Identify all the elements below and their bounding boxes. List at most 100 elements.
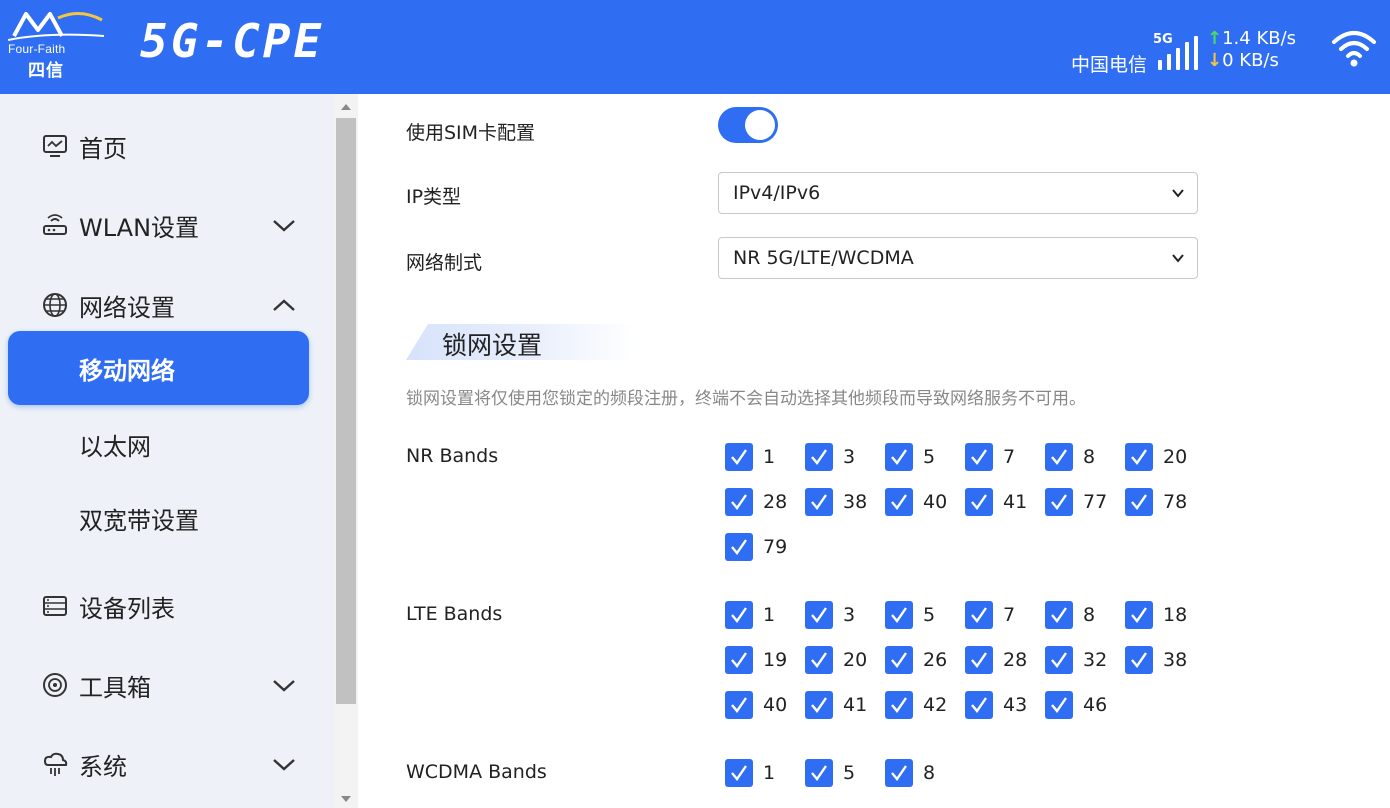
lte-band-41[interactable]: 41	[805, 689, 885, 721]
net-mode-select[interactable]: NR 5G/LTE/WCDMA	[718, 237, 1198, 279]
lte-band-19[interactable]: 19	[725, 644, 805, 676]
lte-band-3[interactable]: 3	[805, 599, 885, 631]
checkbox-checked-icon[interactable]	[1045, 443, 1073, 471]
sidebar-scrollbar[interactable]	[334, 94, 358, 808]
router-icon	[41, 211, 69, 239]
band-number: 77	[1083, 491, 1108, 513]
lte-band-32[interactable]: 32	[1045, 644, 1125, 676]
sidebar-subitem-ethernet[interactable]: 以太网	[0, 414, 334, 474]
checkbox-checked-icon[interactable]	[805, 759, 833, 787]
scroll-up-icon[interactable]	[341, 104, 351, 110]
nr-band-20[interactable]: 20	[1125, 441, 1205, 473]
lte-band-42[interactable]: 42	[885, 689, 965, 721]
checkbox-checked-icon[interactable]	[885, 488, 913, 516]
lte-band-7[interactable]: 7	[965, 599, 1045, 631]
lock-section-desc: 锁网设置将仅使用您锁定的频段注册，终端不会自动选择其他频段而导致网络服务不可用。	[406, 389, 1086, 409]
lte-band-8[interactable]: 8	[1045, 599, 1125, 631]
lte-band-26[interactable]: 26	[885, 644, 965, 676]
band-number: 5	[923, 446, 936, 468]
checkbox-checked-icon[interactable]	[885, 443, 913, 471]
lte-band-1[interactable]: 1	[725, 599, 805, 631]
band-number: 41	[843, 694, 868, 716]
checkbox-checked-icon[interactable]	[725, 488, 753, 516]
checkbox-checked-icon[interactable]	[725, 443, 753, 471]
checkbox-checked-icon[interactable]	[965, 488, 993, 516]
main-content: 使用SIM卡配置 IP类型 IPv4/IPv6 网络制式 NR 5G/LTE/W…	[358, 94, 1390, 808]
checkbox-checked-icon[interactable]	[725, 646, 753, 674]
band-number: 3	[843, 446, 856, 468]
checkbox-checked-icon[interactable]	[965, 601, 993, 629]
nr-band-40[interactable]: 40	[885, 486, 965, 518]
wcdma-band-5[interactable]: 5	[805, 757, 885, 789]
checkbox-checked-icon[interactable]	[965, 691, 993, 719]
nr-band-79[interactable]: 79	[725, 531, 805, 563]
checkbox-checked-icon[interactable]	[965, 443, 993, 471]
checkbox-checked-icon[interactable]	[885, 691, 913, 719]
nr-band-77[interactable]: 77	[1045, 486, 1125, 518]
checkbox-checked-icon[interactable]	[885, 646, 913, 674]
sidebar-item-home[interactable]: 首页	[0, 116, 334, 176]
sidebar-subitem-dual-broadband[interactable]: 双宽带设置	[0, 488, 334, 548]
wcdma-band-8[interactable]: 8	[885, 757, 965, 789]
nr-band-5[interactable]: 5	[885, 441, 965, 473]
checkbox-checked-icon[interactable]	[805, 691, 833, 719]
checkbox-checked-icon[interactable]	[885, 759, 913, 787]
wcdma-bands-label: WCDMA Bands	[406, 761, 547, 783]
scroll-thumb[interactable]	[336, 118, 356, 704]
sidebar-item-device-list[interactable]: 设备列表	[0, 576, 334, 636]
sidebar-item-network[interactable]: 网络设置	[0, 275, 334, 335]
checkbox-checked-icon[interactable]	[725, 759, 753, 787]
lte-band-5[interactable]: 5	[885, 599, 965, 631]
nr-band-1[interactable]: 1	[725, 441, 805, 473]
sidebar-item-wlan[interactable]: WLAN设置	[0, 195, 334, 255]
checkbox-checked-icon[interactable]	[1045, 488, 1073, 516]
lte-band-28[interactable]: 28	[965, 644, 1045, 676]
lte-band-38[interactable]: 38	[1125, 644, 1205, 676]
ip-type-select[interactable]: IPv4/IPv6	[718, 172, 1198, 214]
sidebar-item-toolbox[interactable]: 工具箱	[0, 655, 334, 715]
nr-band-78[interactable]: 78	[1125, 486, 1205, 518]
lte-band-40[interactable]: 40	[725, 689, 805, 721]
download-arrow-icon: ↓	[1207, 50, 1223, 71]
checkbox-checked-icon[interactable]	[1125, 488, 1153, 516]
band-number: 1	[763, 446, 776, 468]
checkbox-checked-icon[interactable]	[1125, 601, 1153, 629]
sidebar-item-system[interactable]: 系统	[0, 734, 334, 794]
checkbox-checked-icon[interactable]	[1045, 601, 1073, 629]
checkbox-checked-icon[interactable]	[725, 691, 753, 719]
checkbox-checked-icon[interactable]	[1125, 646, 1153, 674]
nr-band-8[interactable]: 8	[1045, 441, 1125, 473]
lte-band-46[interactable]: 46	[1045, 689, 1125, 721]
wifi-icon[interactable]	[1330, 28, 1378, 70]
checkbox-checked-icon[interactable]	[805, 601, 833, 629]
checkbox-checked-icon[interactable]	[725, 533, 753, 561]
nr-band-38[interactable]: 38	[805, 486, 885, 518]
checkbox-checked-icon[interactable]	[885, 601, 913, 629]
checkbox-checked-icon[interactable]	[965, 646, 993, 674]
globe-icon	[41, 291, 69, 319]
carrier-name: 中国电信	[1071, 54, 1148, 76]
nr-band-28[interactable]: 28	[725, 486, 805, 518]
lte-bands-label: LTE Bands	[406, 603, 503, 625]
lte-band-18[interactable]: 18	[1125, 599, 1205, 631]
scroll-down-icon[interactable]	[341, 796, 351, 802]
checkbox-checked-icon[interactable]	[1045, 691, 1073, 719]
nr-band-41[interactable]: 41	[965, 486, 1045, 518]
checkbox-checked-icon[interactable]	[805, 488, 833, 516]
checkbox-checked-icon[interactable]	[805, 646, 833, 674]
checkbox-checked-icon[interactable]	[725, 601, 753, 629]
sidebar-subitem-mobile-network[interactable]: 移动网络	[8, 331, 309, 405]
checkbox-checked-icon[interactable]	[805, 443, 833, 471]
lte-band-43[interactable]: 43	[965, 689, 1045, 721]
sim-config-toggle[interactable]	[718, 107, 778, 143]
checkbox-checked-icon[interactable]	[1125, 443, 1153, 471]
nr-band-7[interactable]: 7	[965, 441, 1045, 473]
sidebar-item-label: 工具箱	[79, 673, 151, 702]
checkbox-checked-icon[interactable]	[1045, 646, 1073, 674]
band-number: 28	[763, 491, 788, 513]
top-header: Four-Faith 四信 5G-CPE 中国电信 5G ↑1.4 KB/s ↓…	[0, 0, 1390, 94]
wcdma-band-1[interactable]: 1	[725, 757, 805, 789]
lte-band-20[interactable]: 20	[805, 644, 885, 676]
section-title-text: 锁网设置	[442, 331, 543, 360]
nr-band-3[interactable]: 3	[805, 441, 885, 473]
